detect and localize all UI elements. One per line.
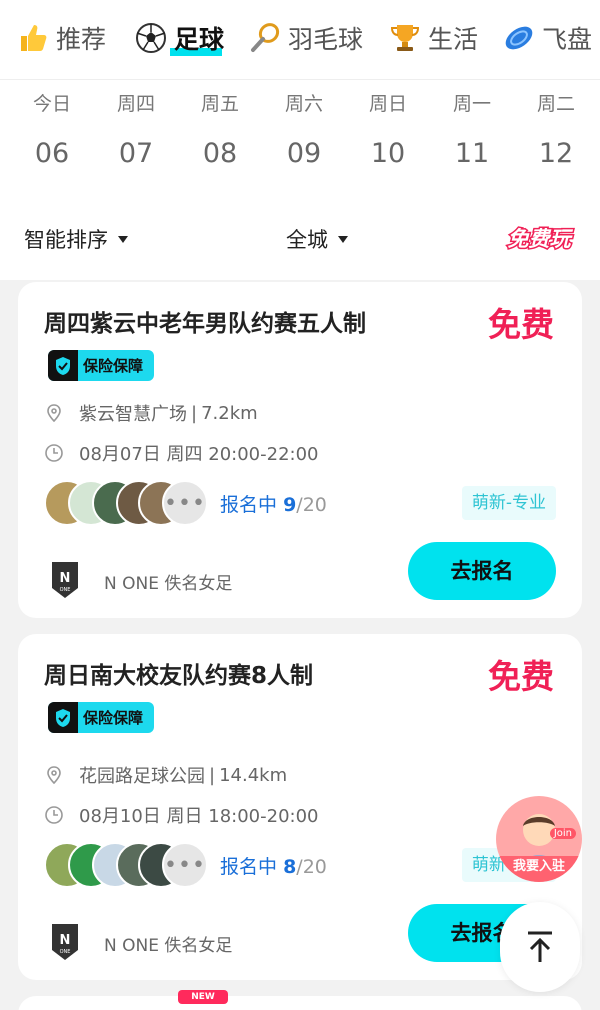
org-logo-icon: N ONE: [50, 560, 80, 600]
new-badge: NEW: [178, 990, 228, 1004]
date-item[interactable]: 周五 08: [178, 88, 262, 169]
location-pin-icon: [44, 403, 64, 423]
more-avatars-icon[interactable]: •••: [162, 842, 208, 888]
event-price: 免费: [488, 305, 554, 344]
city-dropdown[interactable]: 全城: [286, 224, 348, 254]
sign-up-button[interactable]: 去报名: [408, 542, 556, 600]
event-card[interactable]: NEW: [18, 990, 582, 1010]
tab-life[interactable]: 生活: [388, 18, 478, 58]
join-floating-button[interactable]: Join 我要入驻: [496, 796, 582, 882]
date-item[interactable]: 今日 06: [10, 88, 94, 169]
free-play-text: 免费玩: [508, 227, 574, 251]
free-play-badge[interactable]: 免费玩: [502, 218, 576, 258]
shield-check-icon: [48, 350, 78, 381]
date-item[interactable]: 周四 07: [94, 88, 178, 169]
tab-recommend[interactable]: 推荐: [16, 18, 106, 58]
tab-football[interactable]: 足球: [134, 18, 224, 58]
org-logo-icon: N ONE: [50, 922, 80, 962]
event-title: 周日南大校友队约赛8人制: [44, 663, 314, 689]
organizer-name[interactable]: N ONE 佚名女足: [104, 931, 232, 956]
tab-badminton[interactable]: 羽毛球: [248, 18, 363, 58]
svg-text:ONE: ONE: [60, 949, 71, 955]
thumbs-up-icon: [16, 21, 50, 55]
date-item[interactable]: 周二 12: [514, 88, 598, 169]
header: 推荐 足球 羽毛球 生活 飞盘 今日 06 周四 07 周五 08 周六 09 …: [0, 0, 600, 280]
date-selector: 今日 06 周四 07 周五 08 周六 09 周日 10 周一 11 周二 1…: [0, 88, 600, 178]
insurance-badge: 保险保障: [48, 702, 154, 733]
shield-check-icon: [48, 702, 78, 733]
time-row: 08月10日 周日 18:00-20:00: [44, 802, 319, 828]
participant-avatars[interactable]: •••: [44, 480, 214, 526]
location-row[interactable]: 花园路足球公园 | 14.4km: [44, 762, 287, 788]
participant-avatars[interactable]: •••: [44, 842, 214, 888]
back-to-top-button[interactable]: [500, 902, 580, 992]
category-tabs: 推荐 足球 羽毛球 生活 飞盘: [0, 0, 600, 80]
svg-text:ONE: ONE: [60, 587, 71, 593]
filter-bar: 智能排序 全城 免费玩: [0, 218, 600, 258]
clock-icon: [44, 443, 64, 463]
caret-down-icon: [118, 235, 128, 243]
event-card[interactable]: 周日南大校友队约赛8人制 免费 保险保障 花园路足球公园 | 14.4km 08…: [18, 634, 582, 980]
organizer-name[interactable]: N ONE 佚名女足: [104, 569, 232, 594]
sort-dropdown[interactable]: 智能排序: [24, 224, 128, 254]
caret-down-icon: [338, 235, 348, 243]
frisbee-icon: [502, 21, 536, 55]
event-title: 周四紫云中老年男队约赛五人制: [44, 311, 366, 337]
enrollment-status: 报名中 8/20: [220, 856, 327, 878]
date-item[interactable]: 周六 09: [262, 88, 346, 169]
trophy-icon: [388, 21, 422, 55]
time-row: 08月07日 周四 20:00-22:00: [44, 440, 319, 466]
svg-text:N: N: [60, 933, 71, 948]
skill-level-tag: 萌新-专业: [461, 486, 556, 520]
badminton-racket-icon: [248, 21, 282, 55]
soccer-ball-icon: [134, 21, 168, 55]
event-card[interactable]: 周四紫云中老年男队约赛五人制 免费 保险保障 紫云智慧广场 | 7.2km 08…: [18, 282, 582, 618]
event-price: 免费: [488, 657, 554, 696]
more-avatars-icon[interactable]: •••: [162, 480, 208, 526]
location-row[interactable]: 紫云智慧广场 | 7.2km: [44, 400, 258, 426]
insurance-badge: 保险保障: [48, 350, 154, 381]
location-pin-icon: [44, 765, 64, 785]
date-item[interactable]: 周一 11: [430, 88, 514, 169]
arrow-up-icon: [528, 931, 552, 962]
enrollment-status: 报名中 9/20: [220, 494, 327, 516]
tab-frisbee[interactable]: 飞盘: [502, 18, 592, 58]
svg-text:N: N: [60, 571, 71, 586]
date-item[interactable]: 周日 10: [346, 88, 430, 169]
clock-icon: [44, 805, 64, 825]
